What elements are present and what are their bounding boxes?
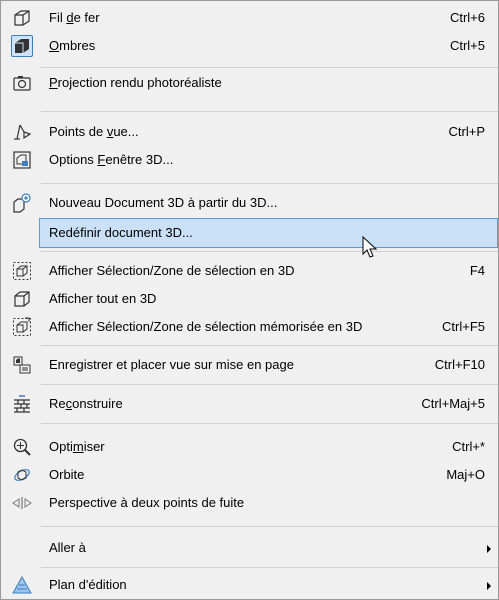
- shaded-box-icon: [11, 35, 33, 57]
- shortcut-label: Ctrl+Maj+5: [421, 396, 485, 411]
- rebuild-icon: [14, 395, 30, 413]
- menu-item-viewpoints[interactable]: Points de vue... Ctrl+P: [1, 118, 498, 146]
- menu-item-show-all-3d[interactable]: Afficher tout en 3D: [1, 285, 498, 313]
- submenu-arrow-icon: [487, 582, 491, 590]
- orbit-icon: [14, 469, 30, 481]
- menu-separator: [41, 384, 498, 385]
- shortcut-label: Ctrl+5: [449, 38, 485, 53]
- zoom-icon: [13, 438, 31, 456]
- menu-separator: [41, 567, 498, 568]
- menu-item-photorealistic[interactable]: Projection rendu photoréaliste: [1, 69, 498, 97]
- context-menu-3d: Fil de fer Ctrl+6 Ombres Ctrl+5 Projecti…: [0, 0, 499, 600]
- menu-item-label: Points de vue...: [49, 124, 139, 139]
- menu-item-label: Afficher Sélection/Zone de sélection en …: [49, 263, 295, 278]
- menu-separator: [41, 67, 498, 68]
- menu-item-label: Aller à: [49, 540, 86, 555]
- shortcut-label: Ctrl+6: [449, 10, 485, 25]
- menu-item-orbit[interactable]: Orbite Maj+O: [1, 461, 498, 489]
- menu-item-label: Fil de fer: [49, 10, 100, 25]
- selection-box-icon: [13, 262, 31, 280]
- menu-item-label: Perspective à deux points de fuite: [49, 495, 245, 510]
- stored-selection-icon: [13, 317, 31, 336]
- shortcut-label: F4: [469, 263, 485, 278]
- menu-item-new-3d-document[interactable]: Nouveau Document 3D à partir du 3D...: [1, 189, 498, 217]
- menu-item-shaded[interactable]: Ombres Ctrl+5: [1, 32, 498, 60]
- menu-separator: [41, 526, 498, 527]
- two-point-perspective-icon: [12, 497, 32, 509]
- menu-item-3d-window-options[interactable]: Options Fenêtre 3D...: [1, 146, 498, 174]
- edit-plane-icon: [12, 575, 32, 594]
- menu-item-label: Orbite: [49, 467, 85, 482]
- mouse-pointer-icon: [362, 236, 378, 258]
- menu-item-label: Nouveau Document 3D à partir du 3D...: [49, 195, 278, 210]
- shortcut-label: Ctrl+P: [448, 124, 485, 139]
- menu-item-edit-plane[interactable]: Plan d'édition: [1, 571, 498, 599]
- new-document-icon: [13, 193, 31, 213]
- menu-separator: [41, 111, 498, 112]
- submenu-arrow-icon: [487, 545, 491, 553]
- shortcut-label: Ctrl+F10: [434, 357, 485, 372]
- menu-separator: [41, 183, 498, 184]
- menu-item-label: Redéfinir document 3D...: [49, 225, 193, 240]
- menu-item-wireframe[interactable]: Fil de fer Ctrl+6: [1, 4, 498, 32]
- menu-separator: [41, 423, 498, 424]
- menu-item-label: Afficher Sélection/Zone de sélection mém…: [49, 319, 363, 334]
- menu-item-go-to[interactable]: Aller à: [1, 534, 498, 562]
- viewpoint-icon: [14, 124, 32, 140]
- menu-separator: [41, 345, 498, 346]
- window-options-icon: [13, 151, 31, 169]
- menu-item-label: Reconstruire: [49, 396, 123, 411]
- shortcut-label: Maj+O: [446, 467, 485, 482]
- menu-item-label: Projection rendu photoréaliste: [49, 75, 222, 90]
- menu-item-save-place-view[interactable]: Enregistrer et placer vue sur mise en pa…: [1, 351, 498, 379]
- shortcut-label: Ctrl+F5: [442, 319, 485, 334]
- save-place-icon: [13, 356, 31, 374]
- menu-item-label: Plan d'édition: [49, 577, 127, 592]
- menu-item-show-selection-3d[interactable]: Afficher Sélection/Zone de sélection en …: [1, 257, 498, 285]
- wireframe-icon: [14, 10, 30, 26]
- menu-item-two-point-perspective[interactable]: Perspective à deux points de fuite: [1, 489, 498, 517]
- menu-item-rebuild[interactable]: Reconstruire Ctrl+Maj+5: [1, 390, 498, 418]
- menu-item-label: Enregistrer et placer vue sur mise en pa…: [49, 357, 294, 372]
- shortcut-label: Ctrl+*: [452, 439, 485, 454]
- menu-item-label: Afficher tout en 3D: [49, 291, 157, 306]
- menu-separator: [41, 251, 498, 252]
- menu-item-fit-zoom[interactable]: Optimiser Ctrl+*: [1, 433, 498, 461]
- menu-item-label: Options Fenêtre 3D...: [49, 152, 174, 167]
- menu-item-show-stored-selection-3d[interactable]: Afficher Sélection/Zone de sélection mém…: [1, 313, 498, 341]
- camera-icon: [13, 76, 31, 91]
- menu-item-label: Optimiser: [49, 439, 105, 454]
- cube-icon: [14, 291, 30, 307]
- menu-item-label: Ombres: [49, 38, 96, 53]
- menu-item-redefine-3d-document[interactable]: Redéfinir document 3D...: [39, 218, 498, 248]
